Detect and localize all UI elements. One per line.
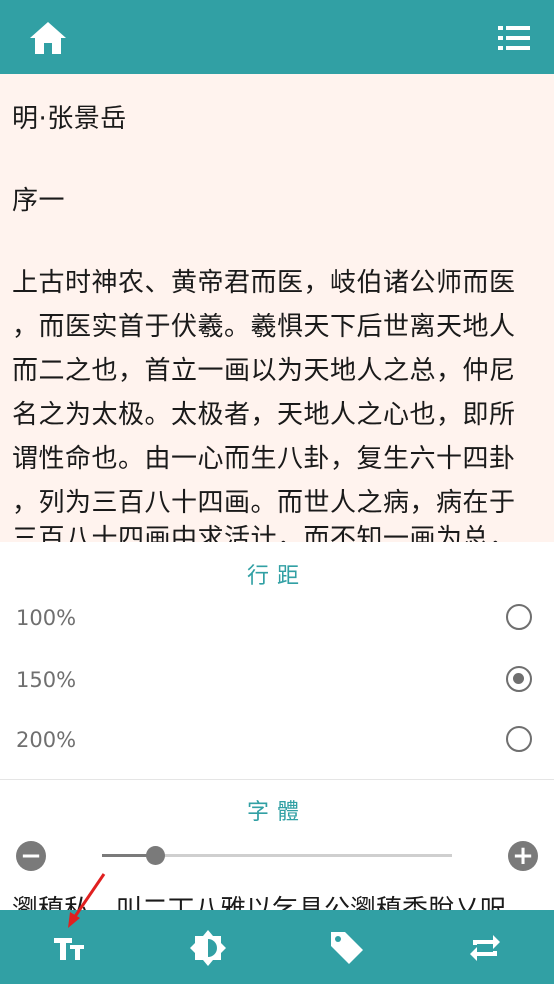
decrease-font-button[interactable]: − <box>16 841 46 871</box>
home-icon[interactable] <box>28 20 68 56</box>
text-line: 三百八十四画中求活计，而不知一画为总， <box>12 524 516 542</box>
divider <box>0 779 554 780</box>
line-spacing-title: 行距 <box>246 564 307 589</box>
tag-icon[interactable] <box>327 928 367 968</box>
text-line: 上古时神农、黄帝君而医，岐伯诸公师而医 <box>12 268 516 298</box>
text-size-icon[interactable] <box>50 928 90 968</box>
radio-button[interactable] <box>506 726 532 752</box>
red-arrow-icon <box>60 870 110 930</box>
radio-button[interactable] <box>506 604 532 630</box>
option-label: 100% <box>16 606 77 630</box>
radio-button-checked[interactable] <box>506 666 532 692</box>
increase-font-button[interactable]: + <box>508 841 538 871</box>
text-line: ，列为三百八十四画。而世人之病，病在于 <box>12 488 516 518</box>
line-spacing-option-200[interactable]: 200% <box>0 712 554 772</box>
author-line: 明·张景岳 <box>12 104 127 134</box>
list-menu-icon[interactable] <box>498 22 530 54</box>
top-app-bar <box>0 0 554 74</box>
repeat-icon[interactable] <box>465 928 505 968</box>
text-line: 名之为太极。太极者，天地人之心也，即所 <box>12 400 516 430</box>
option-label: 200% <box>16 728 77 752</box>
text-line: 而二之也，首立一画以为天地人之总，仲尼 <box>12 356 516 386</box>
line-spacing-option-150[interactable]: 150% <box>0 652 554 712</box>
font-size-slider[interactable] <box>102 846 452 865</box>
slider-thumb[interactable] <box>145 846 165 865</box>
option-label: 150% <box>16 668 77 692</box>
line-spacing-option-100[interactable]: 100% <box>0 590 554 650</box>
reader-text-area[interactable]: 明·张景岳 序一 上古时神农、黄帝君而医，岐伯诸公师而医 ，而医实首于伏羲。羲惧… <box>0 74 554 542</box>
brightness-icon[interactable] <box>188 928 228 968</box>
text-line: 谓性命也。由一心而生八卦，复生六十四卦 <box>12 444 516 474</box>
reading-settings-panel: 行距 100% 150% 200% 字體 − + <box>0 542 554 910</box>
font-size-title: 字體 <box>246 800 307 825</box>
text-line: ，而医实首于伏羲。羲惧天下后世离天地人 <box>12 312 516 342</box>
section-heading: 序一 <box>12 186 66 216</box>
